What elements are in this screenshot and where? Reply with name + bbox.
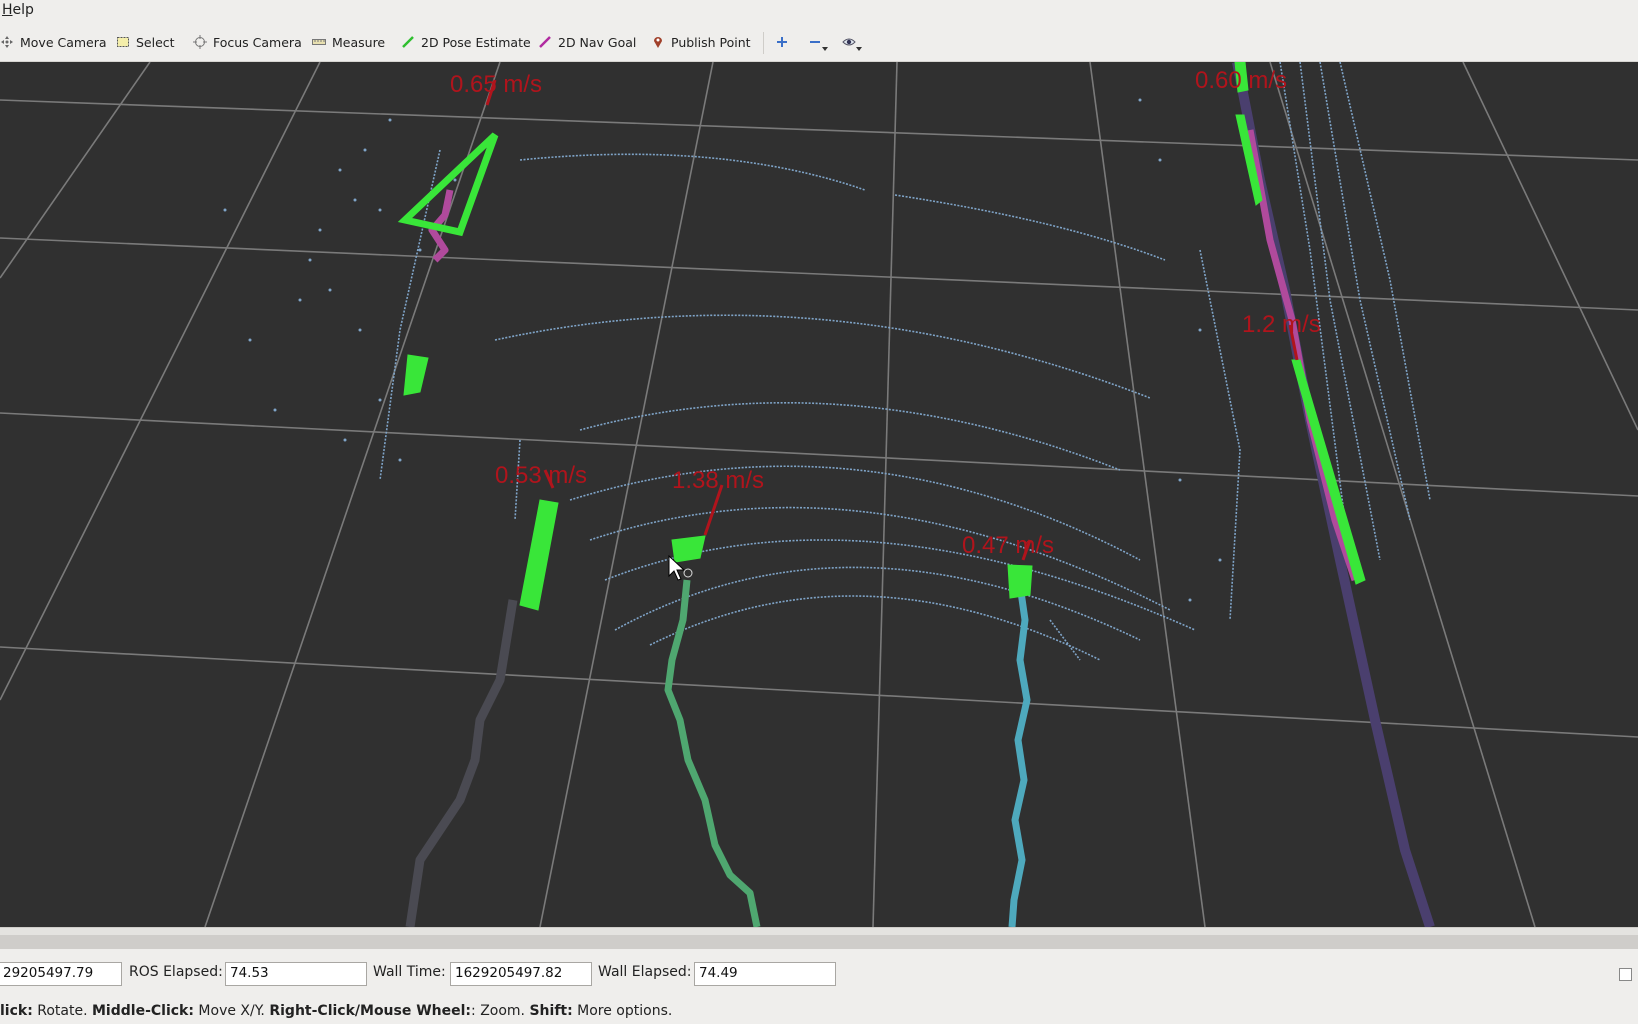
measure-tool[interactable]: Measure (312, 30, 385, 54)
status-bar: lick: Rotate. Middle-Click: Move X/Y. Ri… (0, 1000, 1638, 1024)
velocity-label: 1.2 m/s (1242, 311, 1321, 338)
pose-estimate-tool[interactable]: 2D Pose Estimate (401, 30, 531, 54)
scan-arc (894, 194, 1166, 261)
nav-goal-tool[interactable]: 2D Nav Goal (538, 30, 636, 54)
publish-point-tool[interactable]: Publish Point (651, 30, 751, 54)
move-camera-icon (1, 36, 13, 48)
grid-line (1089, 62, 1206, 927)
magenta-arrow-icon (539, 36, 551, 48)
menu-help[interactable]: Help (2, 2, 34, 18)
grid-line (872, 62, 898, 927)
time-panel: 29205497.79 ROS Elapsed: 74.53 Wall Time… (0, 949, 1638, 1003)
track-cyan (1008, 584, 1031, 927)
menubar: Help (0, 0, 1638, 22)
focus-camera-icon (193, 35, 207, 49)
scene-canvas[interactable]: 0.65 m/s 0.60 m/s 1.2 m/s 0.53 m/s 1.38 … (0, 62, 1638, 927)
add-tool-button[interactable] (775, 30, 789, 54)
wall-time-label: Wall Time: (373, 964, 446, 980)
wall-elapsed-label: Wall Elapsed: (598, 964, 692, 980)
scan-arc (1199, 249, 1241, 621)
laser-point-cloud (223, 98, 1222, 602)
grid-line (0, 646, 1638, 738)
trajectory-tracks (405, 62, 1435, 927)
velocity-label: 0.53 m/s (495, 462, 587, 489)
eye-icon (842, 38, 856, 46)
select-tool[interactable]: Select (116, 30, 175, 54)
object-box (671, 535, 706, 563)
wall-time-field[interactable]: 1629205497.82 (450, 962, 592, 986)
grid-line (0, 237, 1638, 311)
scan-arc (519, 153, 866, 191)
object-box (397, 132, 499, 237)
grid-line (0, 412, 1638, 497)
ros-time-field[interactable]: 29205497.79 (0, 962, 122, 986)
time-panel-divider (0, 935, 1638, 949)
track-green (664, 579, 761, 927)
ruler-icon (312, 39, 326, 45)
grid-line (1269, 62, 1536, 927)
dropdown-arrow-icon (822, 47, 828, 51)
grid-line (0, 99, 1638, 161)
velocity-label: 0.65 m/s (450, 71, 542, 98)
grid-line (204, 62, 501, 927)
scan-arc (1339, 62, 1431, 501)
velocity-label: 0.47 m/s (962, 532, 1054, 559)
move-camera-tool[interactable]: Move Camera (0, 30, 107, 54)
ros-elapsed-label: ROS Elapsed: (129, 964, 223, 980)
minus-icon (810, 41, 820, 43)
panel-splitter[interactable] (0, 927, 1638, 935)
grid-line (1462, 62, 1638, 431)
velocity-label: 1.38 m/s (672, 467, 764, 494)
map-pin-icon (654, 37, 662, 48)
scan-arc (1049, 619, 1081, 661)
ros-elapsed-field[interactable]: 74.53 (225, 962, 367, 986)
object-box (403, 354, 429, 396)
wall-elapsed-field[interactable]: 74.49 (694, 962, 836, 986)
object-box (519, 499, 559, 611)
toolbar-separator (763, 32, 764, 54)
select-icon (117, 37, 129, 47)
velocity-label: 0.60 m/s (1195, 67, 1287, 94)
3d-render-viewport[interactable]: 0.65 m/s 0.60 m/s 1.2 m/s 0.53 m/s 1.38 … (0, 62, 1638, 927)
scan-arc (1319, 62, 1411, 521)
plus-icon (777, 37, 787, 47)
scan-arc (614, 566, 1141, 641)
remove-tool-button[interactable] (808, 30, 828, 54)
experimental-checkbox[interactable] (1619, 968, 1632, 981)
track-gray (405, 599, 518, 927)
view-options-button[interactable] (842, 30, 862, 54)
scan-arc (579, 402, 1121, 471)
velocity-arrows (485, 79, 1299, 561)
toolbar: Move Camera Select Focus Camera Measure … (0, 22, 1638, 62)
scan-arc (494, 314, 1151, 399)
object-box (1291, 359, 1366, 585)
grid-line (539, 62, 714, 927)
object-box (1007, 564, 1033, 599)
grid-line (0, 62, 151, 279)
dropdown-arrow-icon (856, 47, 862, 51)
grid-line (0, 62, 321, 701)
green-arrow-icon (402, 36, 414, 48)
scan-arc (569, 465, 1141, 561)
scan-arc (649, 595, 1101, 661)
focus-camera-tool[interactable]: Focus Camera (193, 30, 302, 54)
